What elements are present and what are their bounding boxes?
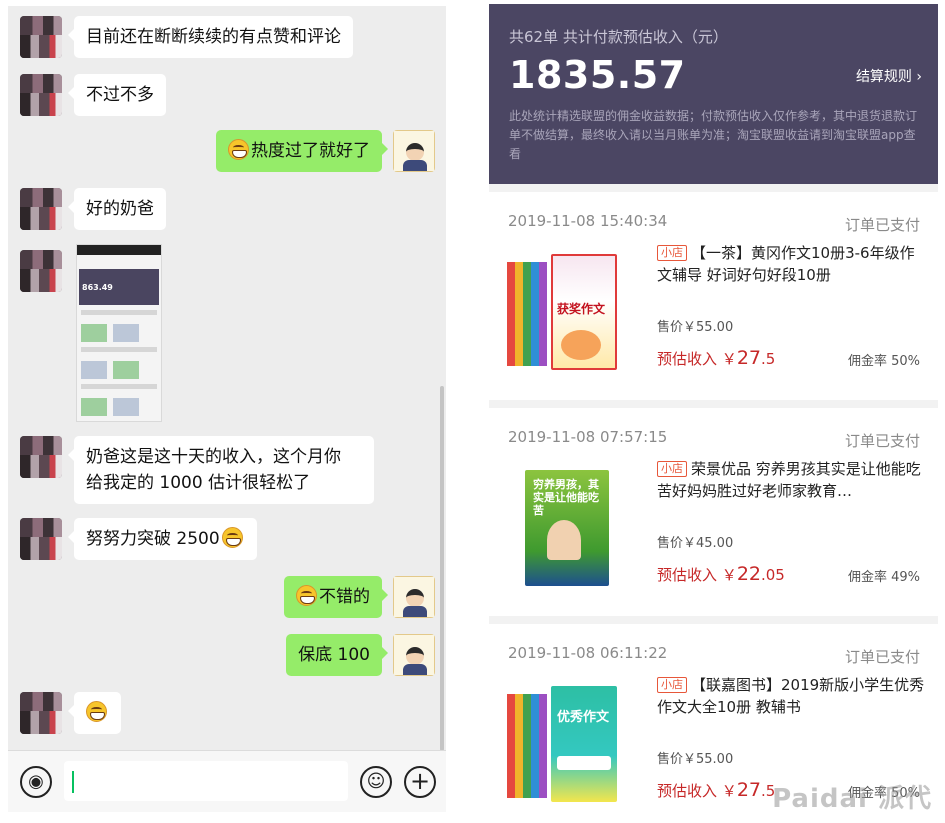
my-avatar[interactable]: [393, 130, 435, 172]
grin-emoji-icon: [296, 585, 317, 606]
outgoing-bubble[interactable]: 不错的: [284, 576, 388, 618]
voice-icon[interactable]: ◉: [20, 766, 52, 798]
order-card[interactable]: 2019-11-08 15:40:34 订单已支付 获奖作文 小店 【一茶】黄冈作…: [489, 192, 938, 408]
settlement-rules-link[interactable]: 结算规则 ›: [856, 66, 922, 86]
product-price: 售价￥55.00: [657, 752, 734, 767]
incoming-bubble[interactable]: 努努力突破 2500: [68, 518, 257, 560]
estimated-income: 预估收入 ￥27.5: [657, 347, 776, 369]
order-time: 2019-11-08 06:11:22: [508, 644, 668, 662]
grin-emoji-icon: [228, 139, 249, 160]
paidai-watermark: Paidai 派代: [772, 784, 932, 814]
contact-avatar[interactable]: [20, 74, 62, 116]
shop-tag: 小店: [657, 677, 687, 693]
outgoing-bubble[interactable]: 热度过了就好了: [216, 130, 388, 172]
estimated-income: 预估收入 ￥27.5: [657, 779, 776, 801]
order-status: 订单已支付: [844, 432, 920, 450]
product-title[interactable]: 小店 【联嘉图书】2019新版小学生优秀作文大全10册 教辅书: [657, 674, 925, 718]
contact-avatar[interactable]: [20, 692, 62, 734]
outgoing-bubble[interactable]: 保底 100: [286, 634, 388, 676]
summary-note: 此处统计精选联盟的佣金收益数据；付款预估收入仅作参考，其中退货退款订单不做结算，…: [509, 109, 918, 161]
incoming-bubble[interactable]: 目前还在断断续续的有点赞和评论: [68, 16, 353, 58]
estimated-income: 预估收入 ￥22.05: [657, 563, 785, 585]
image-amount: 863.49: [79, 269, 159, 305]
order-card[interactable]: 2019-11-08 07:57:15 订单已支付 穷养男孩，其实是让他能吃苦 …: [489, 408, 938, 624]
chat-input-bar: ◉ ☺ +: [8, 750, 446, 812]
book-cover-image: 穷养男孩，其实是让他能吃苦: [507, 468, 617, 588]
incoming-bubble[interactable]: [68, 692, 121, 734]
product-title[interactable]: 小店 【一茶】黄冈作文10册3-6年级作文辅导 好词好句好段10册: [657, 242, 925, 286]
book-cover-image: 优秀作文: [507, 684, 617, 804]
text-cursor: [72, 771, 74, 793]
orders-panel: 共62单 共计付款预估收入（元） 1835.57 结算规则 › 此处统计精选联盟…: [489, 4, 938, 819]
summary-caption: 共62单 共计付款预估收入（元）: [509, 28, 728, 46]
contact-avatar[interactable]: [20, 188, 62, 230]
product-price: 售价￥45.00: [657, 536, 734, 551]
contact-avatar[interactable]: [20, 250, 62, 292]
screenshot-image-message[interactable]: 863.49: [76, 244, 162, 422]
chat-scrollbar[interactable]: [440, 386, 444, 751]
order-status: 订单已支付: [844, 216, 920, 234]
order-status: 订单已支付: [844, 648, 920, 666]
plus-icon[interactable]: +: [404, 766, 436, 798]
contact-avatar[interactable]: [20, 16, 62, 58]
my-avatar[interactable]: [393, 576, 435, 618]
incoming-bubble[interactable]: 好的奶爸: [68, 188, 166, 230]
book-cover-image: 获奖作文: [507, 252, 617, 372]
earnings-summary: 共62单 共计付款预估收入（元） 1835.57 结算规则 › 此处统计精选联盟…: [489, 4, 938, 184]
grin-emoji-icon: [221, 527, 243, 548]
chevron-right-icon: ›: [916, 69, 922, 85]
chat-panel: 目前还在断断续续的有点赞和评论 不过不多 热度过了就好了 好的奶爸 863.49…: [8, 6, 446, 812]
emoji-icon[interactable]: ☺: [360, 766, 392, 798]
my-avatar[interactable]: [393, 634, 435, 676]
order-time: 2019-11-08 07:57:15: [508, 428, 668, 446]
order-time: 2019-11-08 15:40:34: [508, 212, 668, 230]
shop-tag: 小店: [657, 245, 687, 261]
contact-avatar[interactable]: [20, 436, 62, 478]
product-price: 售价￥55.00: [657, 320, 734, 335]
grin-emoji-icon: [86, 701, 107, 722]
message-input[interactable]: [64, 761, 348, 801]
incoming-bubble[interactable]: 不过不多: [68, 74, 166, 116]
contact-avatar[interactable]: [20, 518, 62, 560]
commission-rate: 佣金率 50%: [847, 354, 920, 369]
product-title[interactable]: 小店 荣景优品 穷养男孩其实是让他能吃苦好妈妈胜过好老师家教育…: [657, 458, 925, 502]
commission-rate: 佣金率 49%: [847, 570, 920, 585]
shop-tag: 小店: [657, 461, 687, 477]
incoming-bubble[interactable]: 奶爸这是这十天的收入，这个月你 给我定的 1000 估计很轻松了: [68, 436, 374, 504]
